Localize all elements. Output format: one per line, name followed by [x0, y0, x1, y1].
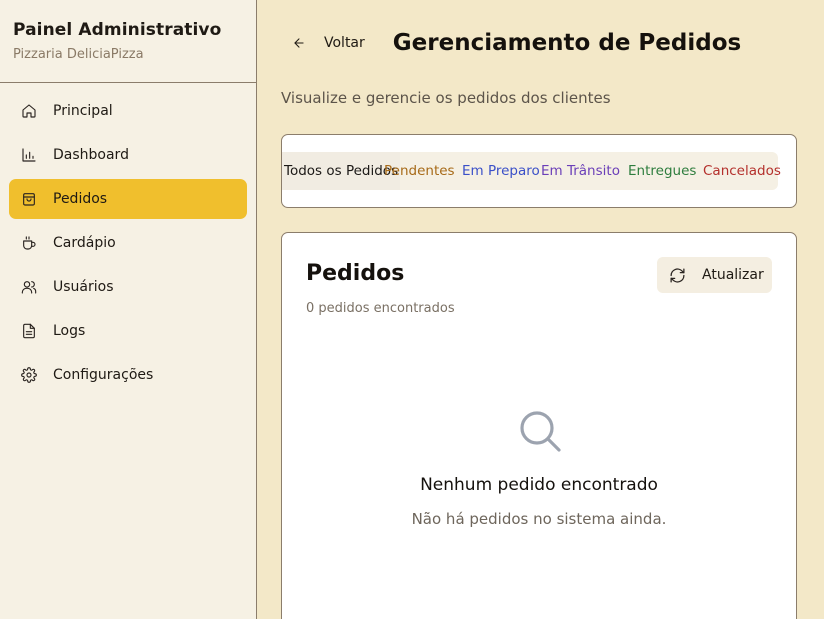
sidebar: Painel Administrativo Pizzaria DeliciaPi… [0, 0, 257, 619]
tab-delivered[interactable]: Entregues [628, 152, 696, 190]
sidebar-item-principal[interactable]: Principal [9, 91, 247, 131]
back-button-label: Voltar [324, 35, 365, 51]
orders-count: 0 pedidos encontrados [306, 301, 455, 316]
status-tabs: Todos os Pedidos Pendentes Em Preparo Em… [282, 152, 781, 190]
refresh-button[interactable]: Atualizar [657, 257, 772, 293]
shopping-bag-icon [21, 191, 37, 207]
sidebar-item-pedidos[interactable]: Pedidos [9, 179, 247, 219]
sidebar-item-label: Pedidos [53, 191, 108, 207]
refresh-button-label: Atualizar [702, 267, 764, 283]
orders-title: Pedidos [306, 261, 405, 286]
sidebar-item-label: Principal [53, 103, 113, 119]
empty-state-description: Não há pedidos no sistema ainda. [411, 510, 667, 528]
refresh-icon [670, 267, 685, 283]
sidebar-item-dashboard[interactable]: Dashboard [9, 135, 247, 175]
sidebar-item-configuracoes[interactable]: Configurações [9, 355, 247, 395]
sidebar-item-usuarios[interactable]: Usuários [9, 267, 247, 307]
sidebar-item-label: Logs [53, 323, 86, 339]
sidebar-item-label: Usuários [53, 279, 114, 295]
sidebar-nav: Principal Dashboard Pedidos Cardápio Usu… [0, 83, 256, 395]
file-text-icon [21, 323, 37, 339]
tab-in-transit[interactable]: Em Trânsito [541, 152, 620, 190]
arrow-left-icon [294, 38, 304, 48]
home-icon [21, 103, 37, 119]
sidebar-item-label: Configurações [53, 367, 154, 383]
sidebar-item-label: Dashboard [53, 147, 129, 163]
sidebar-header: Painel Administrativo Pizzaria DeliciaPi… [0, 0, 256, 83]
sidebar-item-cardapio[interactable]: Cardápio [9, 223, 247, 263]
search-icon [518, 409, 562, 453]
tab-all-orders[interactable]: Todos os Pedidos [282, 152, 401, 190]
orders-card: Pedidos 0 pedidos encontrados Atualizar … [281, 232, 797, 619]
sidebar-item-logs[interactable]: Logs [9, 311, 247, 351]
tab-cancelled[interactable]: Cancelados [703, 152, 781, 190]
page-title: Gerenciamento de Pedidos [392, 30, 742, 56]
app-subtitle: Pizzaria DeliciaPizza [13, 47, 144, 62]
main-content: Voltar Gerenciamento de Pedidos Visualiz… [257, 0, 824, 619]
empty-state-title: Nenhum pedido encontrado [420, 475, 658, 495]
app-title: Painel Administrativo [13, 20, 222, 40]
page-description: Visualize e gerencie os pedidos dos clie… [281, 89, 611, 107]
coffee-cup-icon [21, 235, 37, 251]
back-button[interactable]: Voltar [292, 35, 365, 51]
gear-icon [21, 367, 37, 383]
status-tabs-card: Todos os Pedidos Pendentes Em Preparo Em… [281, 134, 797, 208]
tab-preparing[interactable]: Em Preparo [462, 152, 540, 190]
bar-chart-icon [21, 147, 37, 163]
sidebar-item-label: Cardápio [53, 235, 116, 251]
page-header: Voltar Gerenciamento de Pedidos [292, 30, 741, 56]
users-icon [21, 279, 37, 295]
tab-pending[interactable]: Pendentes [384, 152, 455, 190]
